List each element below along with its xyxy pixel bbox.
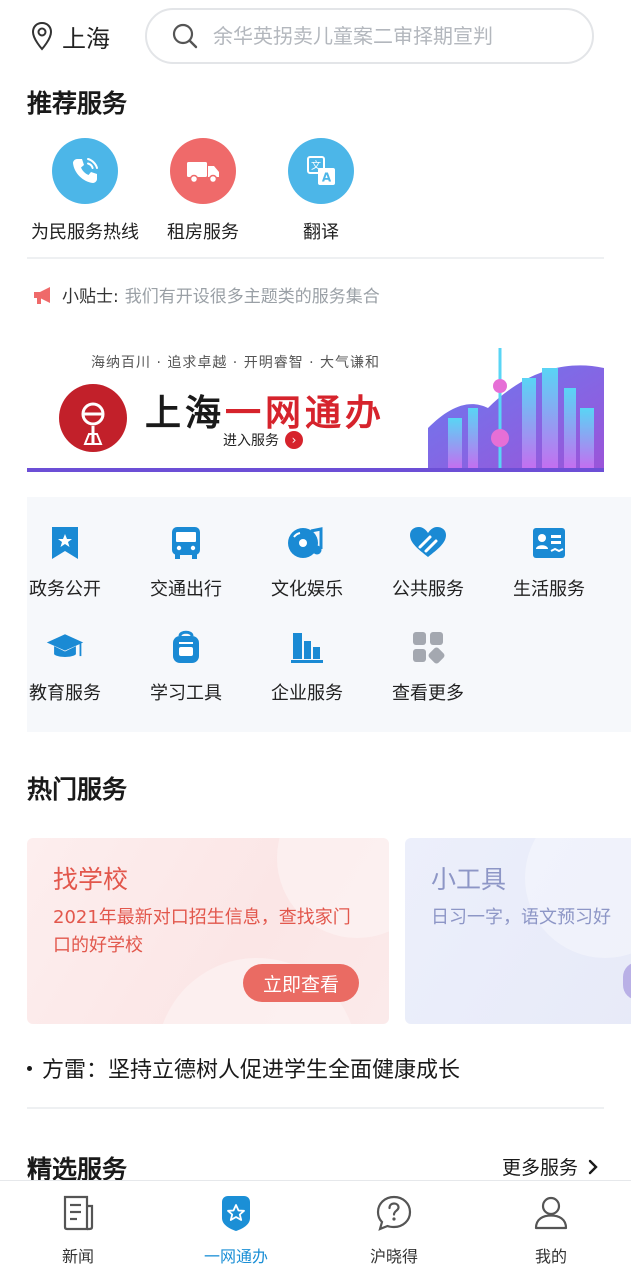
megaphone-icon (34, 286, 50, 304)
graduation-cap-icon (45, 627, 85, 667)
shanghai-logo-icon (59, 384, 127, 452)
tip-text: 我们有开设很多主题类的服务集合 (124, 287, 380, 307)
nav-label: 沪晓得 (369, 1247, 418, 1266)
id-card-icon (529, 523, 569, 563)
card-description: 2021年最新对口招生信息，查找家门口的好学校 (53, 907, 351, 956)
nav-label: 一网通办 (203, 1247, 268, 1266)
banner-title: 上海一网通办 (145, 384, 385, 436)
top-bar: 上海 (0, 0, 631, 72)
truck-icon (170, 138, 236, 204)
category-label: 文化娱乐 (271, 579, 343, 600)
svg-text:A: A (322, 171, 332, 185)
divider (27, 257, 604, 259)
nav-label: 新闻 (61, 1247, 94, 1266)
more-grid-icon (408, 627, 448, 667)
more-services-label: 更多服务 (502, 1157, 579, 1179)
music-disc-icon (287, 523, 327, 563)
service-rental[interactable]: 租房服务 (145, 138, 261, 244)
city-skyline-illustration (428, 348, 604, 468)
banner-enter-link[interactable]: 进入服务 › (223, 430, 303, 450)
card-button-partial[interactable] (623, 962, 631, 1000)
city-selector[interactable]: 上海 (30, 18, 110, 54)
card-title: 小工具 (431, 865, 507, 894)
user-icon (531, 1193, 571, 1233)
view-now-button[interactable]: 立即查看 (243, 964, 359, 1002)
yiwangtongban-banner[interactable]: 海纳百川 · 追求卓越 · 开明睿智 · 大气谦和 上海一网通办 进入服务 › (27, 338, 604, 472)
banner-title-city: 上海 (145, 393, 226, 434)
nav-huxiaode[interactable]: 沪晓得 (334, 1193, 454, 1267)
category-culture[interactable]: 文化娱乐 (247, 523, 367, 601)
category-label: 交通出行 (150, 579, 222, 600)
category-label: 教育服务 (29, 683, 101, 704)
divider (27, 1107, 604, 1109)
recommended-title: 推荐服务 (27, 89, 128, 118)
hot-services-title: 热门服务 (27, 775, 128, 804)
arrow-right-icon: › (285, 431, 303, 449)
search-bar[interactable] (145, 8, 594, 64)
small-tools-card[interactable]: 小工具 日习一字，语文预习好 (405, 838, 631, 1024)
service-label: 租房服务 (167, 222, 239, 243)
service-label: 为民服务热线 (31, 222, 139, 243)
banner-enter-label: 进入服务 (223, 433, 279, 449)
service-hotline[interactable]: 为民服务热线 (27, 138, 143, 244)
category-transport[interactable]: 交通出行 (126, 523, 246, 601)
news-headline[interactable]: 方雷：坚持立德树人促进学生全面健康成长 (27, 1052, 460, 1084)
category-enterprise[interactable]: 企业服务 (247, 627, 367, 705)
banner-title-service: 一网通办 (225, 393, 386, 434)
category-government[interactable]: 政务公开 (5, 523, 125, 601)
more-services-link[interactable]: 更多服务 (502, 1153, 598, 1180)
card-decoration (525, 838, 631, 958)
phone-icon (52, 138, 118, 204)
search-input[interactable] (213, 24, 573, 48)
bookmark-star-icon (45, 523, 85, 563)
service-translate[interactable]: 文 A 翻译 (263, 138, 379, 244)
card-title: 找学校 (53, 865, 129, 894)
heart-hands-icon (408, 523, 448, 563)
card-description: 日习一字，语文预习好 (431, 907, 611, 928)
category-label: 查看更多 (392, 683, 464, 704)
category-label: 企业服务 (271, 683, 343, 704)
find-school-card[interactable]: 找学校 2021年最新对口招生信息，查找家门口的好学校 立即查看 (27, 838, 389, 1024)
nav-yiwangtongban[interactable]: 一网通办 (176, 1193, 296, 1267)
nav-news[interactable]: 新闻 (18, 1193, 138, 1267)
category-label: 政务公开 (29, 579, 101, 600)
chevron-right-icon (588, 1159, 598, 1174)
news-doc-icon (58, 1193, 98, 1233)
category-label: 生活服务 (513, 579, 585, 600)
category-grid: 政务公开 交通出行 文化娱乐 公共服务 生活服务 教育服务 学习工具 企业服务 … (27, 497, 631, 732)
tip-bar[interactable]: 小贴士: 我们有开设很多主题类的服务集合 (32, 282, 380, 307)
category-label: 学习工具 (150, 683, 222, 704)
recommended-services: 为民服务热线 租房服务 文 A 翻译 (27, 138, 381, 244)
news-text: 方雷：坚持立德树人促进学生全面健康成长 (42, 1058, 461, 1083)
city-name: 上海 (62, 24, 110, 53)
search-icon (172, 23, 198, 49)
star-badge-icon (216, 1193, 256, 1233)
bullet (27, 1065, 32, 1071)
category-label: 公共服务 (392, 579, 464, 600)
category-life[interactable]: 生活服务 (489, 523, 609, 601)
category-study-tools[interactable]: 学习工具 (126, 627, 246, 705)
bus-icon (166, 523, 206, 563)
category-education[interactable]: 教育服务 (5, 627, 125, 705)
building-chart-icon (287, 627, 327, 667)
location-pin-icon (31, 21, 53, 51)
category-view-more[interactable]: 查看更多 (368, 627, 488, 705)
nav-label: 我的 (534, 1247, 567, 1266)
service-label: 翻译 (303, 222, 339, 243)
nav-mine[interactable]: 我的 (491, 1193, 611, 1267)
category-public[interactable]: 公共服务 (368, 523, 488, 601)
banner-slogan: 海纳百川 · 追求卓越 · 开明睿智 · 大气谦和 (91, 355, 381, 371)
bottom-nav: 新闻 一网通办 沪晓得 我的 (0, 1180, 631, 1280)
backpack-icon (166, 627, 206, 667)
translate-icon: 文 A (288, 138, 354, 204)
question-bubble-icon (374, 1193, 414, 1233)
tip-label: 小贴士: (62, 287, 119, 307)
